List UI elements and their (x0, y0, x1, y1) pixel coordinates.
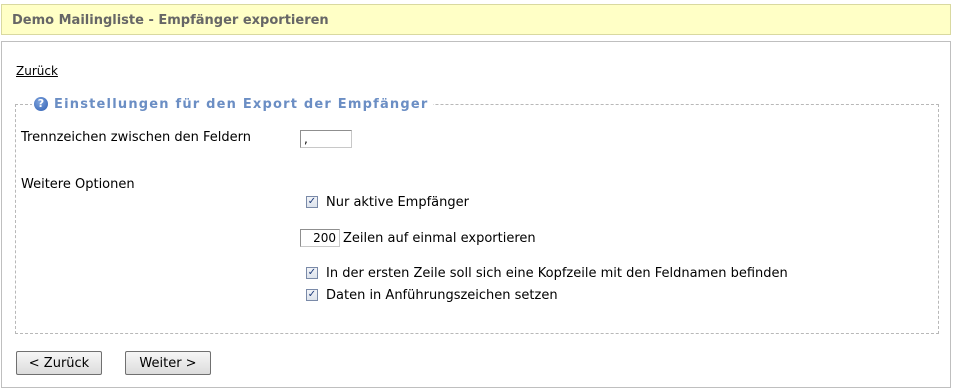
back-link[interactable]: Zurück (16, 64, 58, 78)
fieldset-legend: ? Einstellungen für den Export der Empfä… (32, 95, 433, 113)
page-title: Demo Mailingliste - Empfänger exportiere… (12, 13, 329, 28)
separator-input[interactable] (300, 130, 352, 148)
quotes-label: Daten in Anführungszeichen setzen (326, 288, 558, 303)
only-active-label: Nur aktive Empfänger (326, 195, 469, 210)
page-header: Demo Mailingliste - Empfänger exportiere… (1, 4, 951, 35)
legend-text: Einstellungen für den Export der Empfäng… (54, 96, 429, 112)
help-icon[interactable]: ? (34, 97, 48, 111)
back-button[interactable]: < Zurück (16, 351, 102, 375)
next-button[interactable]: Weiter > (125, 351, 211, 375)
quotes-checkbox[interactable]: ✓ (306, 289, 318, 301)
more-options-label: Weitere Optionen (21, 177, 135, 192)
only-active-checkbox[interactable]: ✓ (306, 196, 318, 208)
separator-label: Trennzeichen zwischen den Feldern (21, 130, 251, 145)
rows-per-export-label: Zeilen auf einmal exportieren (343, 231, 536, 246)
header-row-label: In der ersten Zeile soll sich eine Kopfz… (326, 266, 788, 281)
header-row-checkbox[interactable]: ✓ (306, 267, 318, 279)
rows-per-export-input[interactable] (300, 229, 340, 247)
